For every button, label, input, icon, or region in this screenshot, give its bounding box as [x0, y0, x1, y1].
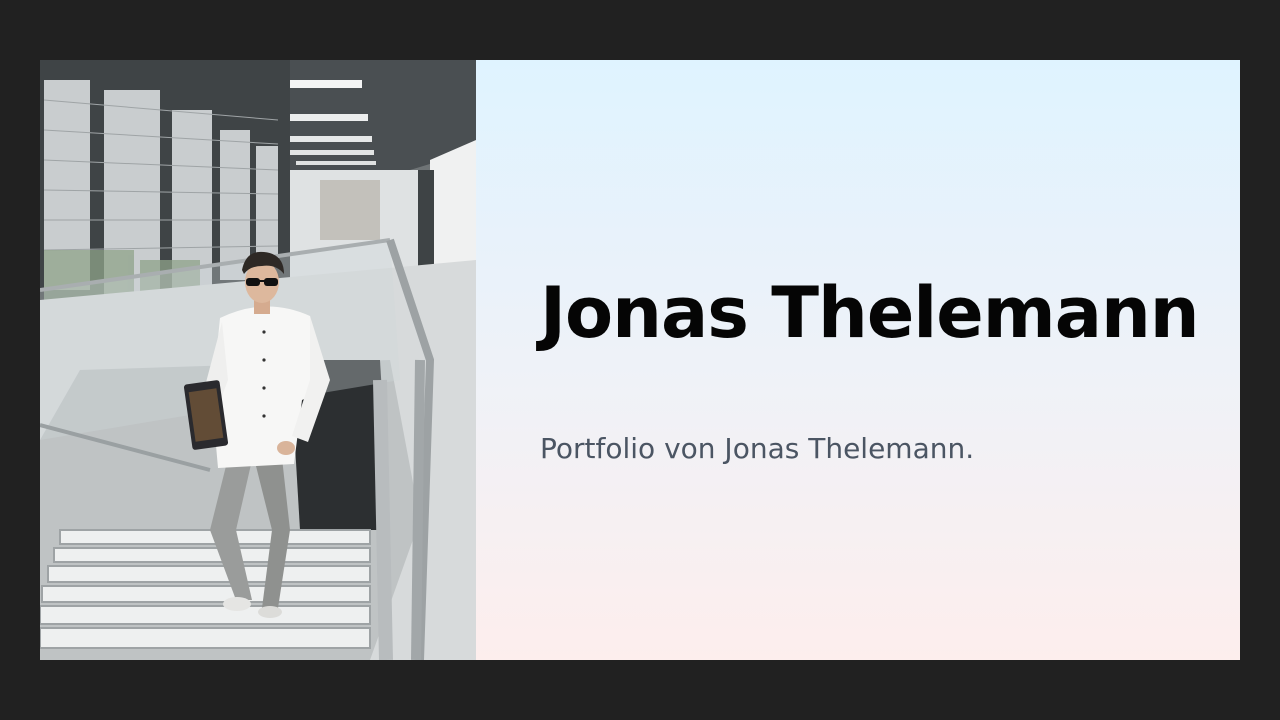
page-title: Jonas Thelemann	[540, 272, 1200, 354]
intro-panel: Jonas Thelemann Portfolio von Jonas Thel…	[476, 60, 1240, 660]
hero-card: Jonas Thelemann Portfolio von Jonas Thel…	[40, 60, 1240, 660]
portrait-photo	[40, 60, 476, 660]
page-subtitle: Portfolio von Jonas Thelemann.	[540, 432, 975, 465]
staircase-photo-illustration	[40, 60, 476, 660]
